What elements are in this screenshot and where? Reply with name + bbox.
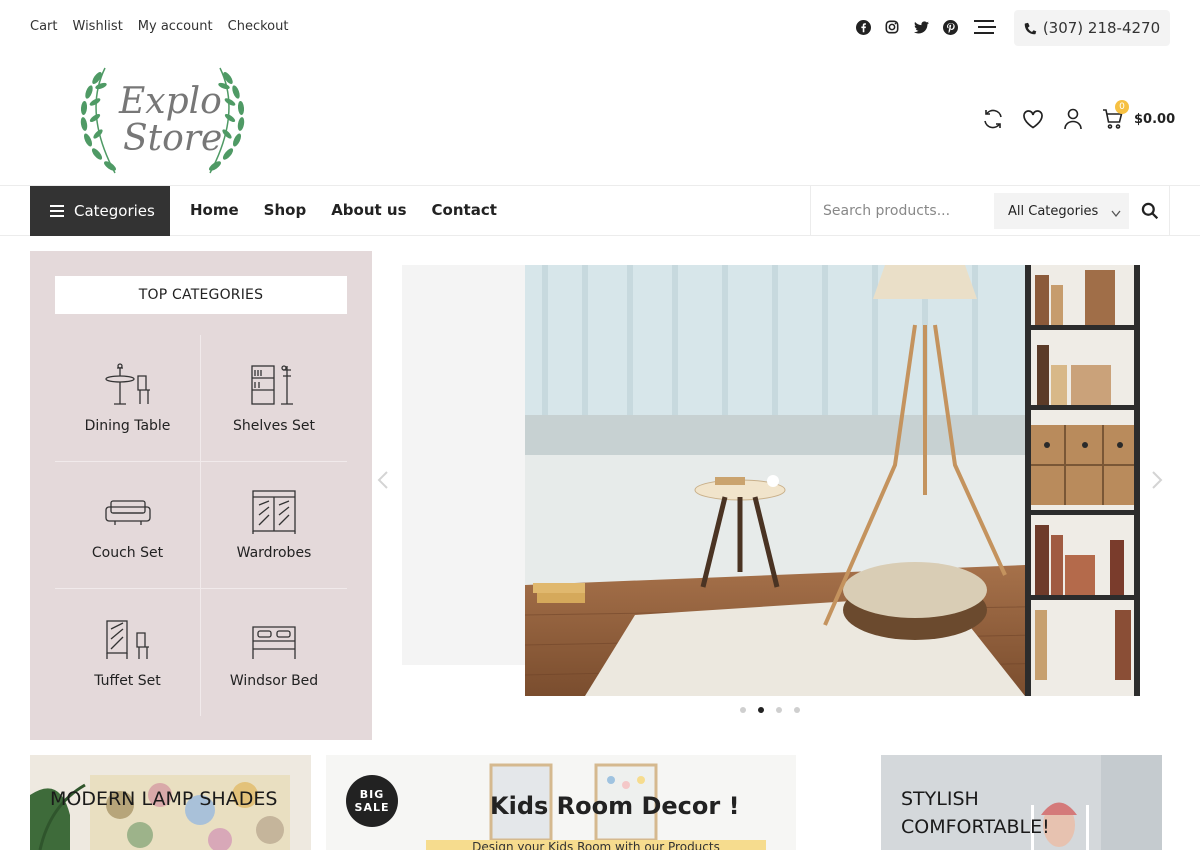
- chevron-down-icon: [1111, 210, 1121, 218]
- category-label: Couch Set: [91, 545, 164, 561]
- top-links: Cart Wishlist My account Checkout: [30, 19, 288, 34]
- product-search: All Categories: [810, 186, 1170, 236]
- categories-label: Categories: [74, 202, 155, 220]
- banner-kids-room[interactable]: BIG SALE Kids Room Decor ! Design your K…: [326, 755, 867, 850]
- hamburger-icon: [50, 205, 64, 217]
- kids-banner-subtitle: Design your Kids Room with our Products: [426, 840, 766, 850]
- dining-table-icon: [104, 363, 150, 405]
- category-label: Dining Table: [84, 418, 171, 434]
- svg-text:Store: Store: [123, 118, 222, 159]
- slider-dots: [740, 707, 800, 713]
- header-actions: 0 $0.00: [982, 100, 1175, 130]
- phone-number: (307) 218-4270: [1042, 19, 1161, 37]
- category-shelves-set[interactable]: Shelves Set: [201, 335, 347, 462]
- search-input[interactable]: [823, 198, 993, 224]
- category-grid: Dining Table Shelves Set Couch Set Wardr…: [55, 335, 347, 716]
- top-categories-panel: TOP CATEGORIES Dining Table Shelves Set …: [30, 251, 372, 740]
- windsor-bed-icon: [252, 625, 296, 659]
- category-wardrobes[interactable]: Wardrobes: [201, 462, 347, 589]
- slide-background: [402, 265, 525, 665]
- pinterest-icon[interactable]: [942, 19, 958, 35]
- facebook-icon[interactable]: [855, 19, 871, 35]
- twitter-icon[interactable]: [913, 19, 929, 35]
- category-label: Tuffet Set: [94, 672, 161, 689]
- category-tuffet-set[interactable]: Tuffet Set: [55, 589, 201, 716]
- slider-dot[interactable]: [794, 707, 800, 713]
- nav-shop[interactable]: Shop: [264, 201, 307, 219]
- svg-text:Explo: Explo: [118, 81, 222, 122]
- tuffet-set-icon: [105, 619, 149, 659]
- cart-icon[interactable]: 0: [1102, 100, 1129, 130]
- phone-contact[interactable]: (307) 218-4270: [1014, 10, 1170, 46]
- slider-prev-arrow-icon[interactable]: [376, 470, 390, 490]
- cart-count-badge: 0: [1115, 100, 1129, 114]
- instagram-icon[interactable]: [884, 19, 900, 35]
- wishlist-link[interactable]: Wishlist: [73, 19, 123, 34]
- category-label: Wardrobes: [236, 545, 312, 561]
- cart-link[interactable]: Cart: [30, 19, 58, 34]
- wardrobe-icon: [252, 490, 296, 534]
- account-user-icon[interactable]: [1062, 108, 1084, 130]
- banner-lamp-shades[interactable]: MODERN LAMP SHADES: [30, 755, 311, 850]
- category-windsor-bed[interactable]: Windsor Bed: [201, 589, 347, 716]
- kids-banner-title: Kids Room Decor !: [490, 792, 740, 820]
- top-bar: Cart Wishlist My account Checkout (307) …: [0, 0, 1200, 55]
- hero-slider: [377, 265, 1163, 696]
- category-label: Shelves Set: [233, 418, 315, 434]
- category-select[interactable]: All Categories: [994, 193, 1129, 229]
- my-account-link[interactable]: My account: [138, 19, 213, 34]
- top-categories-title: TOP CATEGORIES: [55, 276, 347, 314]
- cart-total[interactable]: $0.00: [1134, 112, 1175, 127]
- nav-home[interactable]: Home: [190, 201, 239, 219]
- slider-dot-active[interactable]: [758, 707, 764, 713]
- compare-icon[interactable]: [982, 108, 1004, 130]
- menu-toggle-icon[interactable]: [974, 19, 996, 35]
- wishlist-heart-icon[interactable]: [1022, 108, 1044, 130]
- nav-contact[interactable]: Contact: [432, 201, 497, 219]
- categories-button[interactable]: Categories: [30, 186, 170, 236]
- hero-image: [525, 265, 1140, 696]
- shelves-set-icon: [251, 365, 293, 405]
- lamp-banner-title: MODERN LAMP SHADES: [50, 788, 278, 810]
- slider-dot[interactable]: [740, 707, 746, 713]
- category-dining-table[interactable]: Dining Table: [55, 335, 201, 462]
- banner-stylish[interactable]: STYLISH COMFORTABLE!: [881, 755, 1162, 850]
- couch-set-icon: [104, 500, 151, 525]
- nav-about-us[interactable]: About us: [331, 201, 406, 219]
- category-select-value: All Categories: [1008, 203, 1099, 219]
- slider-dot[interactable]: [776, 707, 782, 713]
- social-links: [855, 19, 958, 35]
- store-logo[interactable]: Explo Store: [75, 58, 250, 183]
- big-sale-badge: BIG SALE: [346, 775, 398, 827]
- main-nav: Categories Home Shop About us Contact Al…: [0, 185, 1200, 236]
- phone-icon: [1024, 22, 1037, 34]
- slider-next-arrow-icon[interactable]: [1150, 470, 1164, 490]
- checkout-link[interactable]: Checkout: [228, 19, 289, 34]
- category-couch-set[interactable]: Couch Set: [55, 462, 201, 589]
- nav-links: Home Shop About us Contact: [190, 201, 497, 219]
- category-label: Windsor Bed: [229, 672, 319, 689]
- search-icon[interactable]: [1141, 202, 1159, 220]
- stylish-banner-title: STYLISH COMFORTABLE!: [901, 788, 1050, 838]
